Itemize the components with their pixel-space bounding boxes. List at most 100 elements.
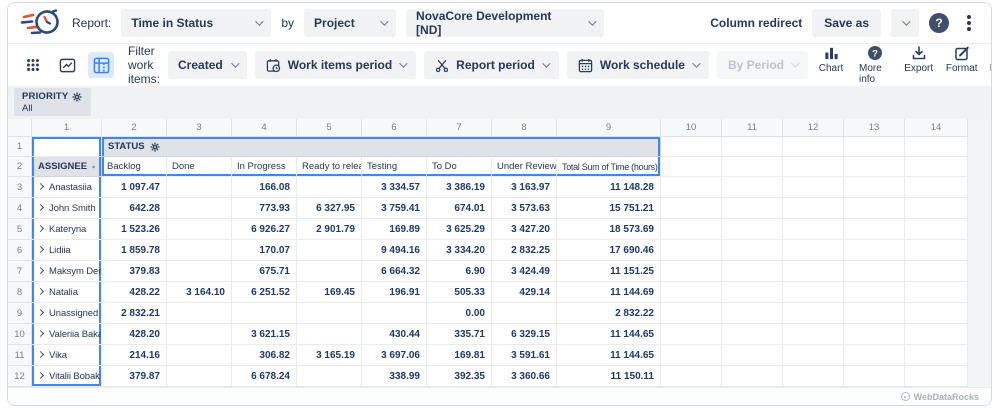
chart-action-button[interactable]: Chart xyxy=(816,45,846,74)
layout-action-button[interactable]: Layout xyxy=(990,45,992,74)
empty-cell[interactable] xyxy=(905,219,968,240)
value-cell[interactable]: 1 859.78 xyxy=(102,240,167,261)
empty-cell[interactable] xyxy=(844,240,905,261)
empty-cell[interactable] xyxy=(844,345,905,366)
value-cell[interactable]: 3 424.49 xyxy=(492,261,557,282)
group-by-dropdown[interactable]: Project xyxy=(304,9,396,37)
expand-chevron-icon[interactable] xyxy=(37,266,44,273)
value-cell[interactable]: 11 148.28 xyxy=(557,177,661,198)
value-cell[interactable] xyxy=(167,366,232,387)
value-cell[interactable]: 428.20 xyxy=(102,324,167,345)
export-action-button[interactable]: Export xyxy=(904,45,934,74)
value-cell[interactable]: 18 573.69 xyxy=(557,219,661,240)
value-cell[interactable]: 338.99 xyxy=(362,366,427,387)
value-cell[interactable]: 6.90 xyxy=(427,261,492,282)
grid-view-button[interactable] xyxy=(20,52,46,78)
empty-cell[interactable] xyxy=(783,303,844,324)
status-column-header[interactable]: In Progress xyxy=(232,157,297,177)
value-cell[interactable]: 166.08 xyxy=(232,177,297,198)
assignee-cell[interactable]: Kateryna xyxy=(32,219,102,240)
expand-chevron-icon[interactable] xyxy=(37,350,44,357)
work-schedule-button[interactable]: Work schedule xyxy=(567,51,709,79)
status-group-header[interactable]: STATUS xyxy=(102,137,661,157)
empty-cell[interactable] xyxy=(905,324,968,345)
empty-cell[interactable] xyxy=(722,366,783,387)
empty-cell[interactable] xyxy=(844,324,905,345)
value-cell[interactable]: 2 832.25 xyxy=(492,240,557,261)
expand-chevron-icon[interactable] xyxy=(37,329,44,336)
assignee-cell[interactable]: Anastasiia xyxy=(32,177,102,198)
empty-cell[interactable] xyxy=(722,198,783,219)
empty-cell[interactable] xyxy=(661,157,722,177)
value-cell[interactable]: 335.71 xyxy=(427,324,492,345)
value-cell[interactable]: 6 251.52 xyxy=(232,282,297,303)
empty-cell[interactable] xyxy=(844,137,905,157)
empty-cell[interactable] xyxy=(783,366,844,387)
empty-cell[interactable] xyxy=(722,219,783,240)
value-cell[interactable]: 3 625.29 xyxy=(427,219,492,240)
value-cell[interactable]: 170.07 xyxy=(232,240,297,261)
value-cell[interactable]: 2 832.22 xyxy=(557,303,661,324)
value-cell[interactable] xyxy=(167,219,232,240)
value-cell[interactable]: 674.01 xyxy=(427,198,492,219)
save-as-button[interactable]: Save as xyxy=(812,9,881,37)
pivot-view-button[interactable] xyxy=(88,52,114,78)
value-cell[interactable]: 379.83 xyxy=(102,261,167,282)
value-cell[interactable]: 11 144.69 xyxy=(557,282,661,303)
empty-cell[interactable] xyxy=(661,198,722,219)
value-cell[interactable]: 214.16 xyxy=(102,345,167,366)
empty-cell[interactable] xyxy=(844,177,905,198)
value-cell[interactable]: 169.89 xyxy=(362,219,427,240)
value-cell[interactable]: 17 690.46 xyxy=(557,240,661,261)
value-cell[interactable]: 3 621.15 xyxy=(232,324,297,345)
status-column-header[interactable]: Done xyxy=(167,157,232,177)
value-cell[interactable]: 11 151.25 xyxy=(557,261,661,282)
value-cell[interactable]: 11 144.65 xyxy=(557,324,661,345)
value-cell[interactable]: 3 427.20 xyxy=(492,219,557,240)
value-cell[interactable]: 6 329.15 xyxy=(492,324,557,345)
status-column-header[interactable]: Total Sum of Time (hours) xyxy=(557,157,661,177)
value-cell[interactable]: 3 591.61 xyxy=(492,345,557,366)
value-cell[interactable]: 9 494.16 xyxy=(362,240,427,261)
assignee-cell[interactable]: Vika xyxy=(32,345,102,366)
empty-cell[interactable] xyxy=(783,137,844,157)
kebab-menu-button[interactable] xyxy=(967,21,971,25)
chart-view-button[interactable] xyxy=(54,52,80,78)
value-cell[interactable]: 6 664.32 xyxy=(362,261,427,282)
value-cell[interactable]: 2 832.21 xyxy=(102,303,167,324)
empty-cell[interactable] xyxy=(844,157,905,177)
value-cell[interactable] xyxy=(297,366,362,387)
value-cell[interactable]: 505.33 xyxy=(427,282,492,303)
empty-cell[interactable] xyxy=(844,303,905,324)
empty-cell[interactable] xyxy=(661,177,722,198)
assignee-cell[interactable]: Natalia xyxy=(32,282,102,303)
value-cell[interactable]: 3 164.10 xyxy=(167,282,232,303)
empty-cell[interactable] xyxy=(661,219,722,240)
value-cell[interactable]: 11 144.65 xyxy=(557,345,661,366)
empty-cell[interactable] xyxy=(661,261,722,282)
value-cell[interactable]: 0.00 xyxy=(427,303,492,324)
empty-cell[interactable] xyxy=(905,282,968,303)
value-cell[interactable] xyxy=(167,324,232,345)
brand-link[interactable]: WebDataRocks xyxy=(914,392,979,402)
value-cell[interactable]: 169.81 xyxy=(427,345,492,366)
value-cell[interactable]: 430.44 xyxy=(362,324,427,345)
empty-cell[interactable] xyxy=(844,198,905,219)
empty-cell[interactable] xyxy=(661,303,722,324)
value-cell[interactable] xyxy=(362,303,427,324)
empty-cell[interactable] xyxy=(844,282,905,303)
empty-cell[interactable] xyxy=(783,177,844,198)
assignee-cell[interactable]: Unassigned xyxy=(32,303,102,324)
save-as-caret-button[interactable] xyxy=(891,9,919,37)
value-cell[interactable]: 3 360.66 xyxy=(492,366,557,387)
assignee-cell[interactable]: Valeriia Bakalina xyxy=(32,324,102,345)
value-cell[interactable] xyxy=(167,303,232,324)
expand-chevron-icon[interactable] xyxy=(37,203,44,210)
empty-cell[interactable] xyxy=(905,198,968,219)
value-cell[interactable]: 3 697.06 xyxy=(362,345,427,366)
empty-cell[interactable] xyxy=(722,157,783,177)
value-cell[interactable] xyxy=(492,303,557,324)
value-cell[interactable]: 3 386.19 xyxy=(427,177,492,198)
value-cell[interactable] xyxy=(167,345,232,366)
project-dropdown[interactable]: NovaCore Development [ND] xyxy=(406,9,604,37)
